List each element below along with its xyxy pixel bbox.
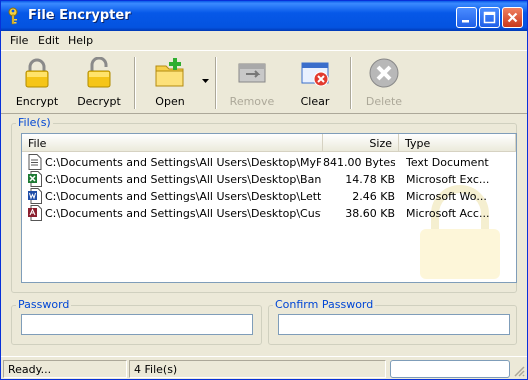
menu-bar: File Edit Help	[1, 31, 527, 50]
file-size: 14.78 KB	[345, 173, 395, 186]
excel-file-icon	[28, 171, 42, 187]
file-type: Microsoft Wo...	[406, 190, 487, 203]
locked-padlock-icon	[25, 58, 49, 88]
file-list-header: File Size Type	[22, 134, 516, 152]
file-size: 841.00 Bytes	[323, 156, 395, 169]
column-header-type[interactable]: Type	[399, 134, 516, 152]
file-size: 38.60 KB	[345, 207, 395, 220]
remove-file-icon	[238, 63, 266, 83]
progress-bar	[390, 360, 510, 378]
open-label: Open	[155, 95, 185, 108]
menu-file[interactable]: File	[10, 34, 28, 47]
clear-button[interactable]: Clear	[288, 55, 342, 111]
key-icon	[8, 7, 18, 25]
clear-label: Clear	[300, 95, 330, 108]
maximize-icon	[483, 11, 496, 24]
close-icon	[507, 12, 518, 23]
delete-x-icon	[369, 58, 399, 88]
file-list[interactable]: File Size Type C:\Documents and Settings…	[21, 133, 517, 283]
access-file-icon	[28, 205, 42, 221]
files-group-title: File(s)	[16, 116, 53, 129]
remove-button[interactable]: Remove	[224, 55, 280, 111]
status-bar: Ready... 4 File(s)	[1, 356, 527, 379]
delete-label: Delete	[365, 95, 403, 108]
window-title: File Encrypter	[28, 8, 131, 23]
file-row[interactable]: C:\Documents and Settings\All Users\Desk…	[22, 171, 516, 188]
unlocked-padlock-icon	[87, 57, 111, 88]
confirm-password-label: Confirm Password	[273, 298, 376, 311]
file-type: Text Document	[406, 156, 489, 169]
toolbar-separator	[134, 57, 136, 109]
file-count: 4 File(s)	[129, 360, 386, 378]
column-header-size[interactable]: Size	[323, 134, 399, 152]
open-button[interactable]: Open	[143, 55, 197, 111]
close-button[interactable]	[502, 7, 523, 28]
word-file-icon	[28, 188, 42, 204]
toolbar: Encrypt Decrypt Open Remove Clear Delete	[1, 50, 527, 114]
encrypt-button[interactable]: Encrypt	[9, 55, 65, 111]
maximize-button[interactable]	[479, 7, 500, 28]
password-input[interactable]	[21, 314, 253, 335]
decrypt-label: Decrypt	[77, 95, 121, 108]
file-row[interactable]: C:\Documents and Settings\All Users\Desk…	[22, 205, 516, 222]
dropdown-arrow-icon[interactable]	[202, 79, 209, 83]
file-path: C:\Documents and Settings\All Users\Desk…	[45, 190, 321, 203]
minimize-button[interactable]	[456, 7, 477, 28]
menu-edit[interactable]: Edit	[38, 34, 59, 47]
toolbar-separator	[215, 57, 217, 109]
remove-label: Remove	[229, 95, 275, 108]
clear-list-icon	[301, 62, 329, 87]
status-text: Ready...	[3, 360, 127, 378]
minimize-icon	[462, 20, 469, 23]
resize-grip-icon[interactable]	[513, 365, 525, 377]
file-path: C:\Documents and Settings\All Users\Desk…	[45, 207, 321, 220]
toolbar-separator	[350, 57, 352, 109]
file-row[interactable]: C:\Documents and Settings\All Users\Desk…	[22, 154, 516, 171]
folder-add-icon	[155, 58, 184, 87]
file-path: C:\Documents and Settings\All Users\Desk…	[45, 173, 321, 186]
file-row[interactable]: C:\Documents and Settings\All Users\Desk…	[22, 188, 516, 205]
confirm-password-input[interactable]	[278, 314, 510, 335]
decrypt-button[interactable]: Decrypt	[69, 55, 129, 111]
column-header-file[interactable]: File	[22, 134, 323, 152]
password-label: Password	[16, 298, 72, 311]
main-window: File Encrypter File Edit Help Encrypt De…	[0, 0, 528, 380]
file-path: C:\Documents and Settings\All Users\Desk…	[45, 156, 321, 169]
file-size: 2.46 KB	[352, 190, 395, 203]
encrypt-label: Encrypt	[15, 95, 59, 108]
menu-help[interactable]: Help	[68, 34, 93, 47]
file-type: Microsoft Exc...	[406, 173, 490, 186]
text-file-icon	[28, 154, 42, 170]
delete-button[interactable]: Delete	[357, 55, 411, 111]
title-bar[interactable]: File Encrypter	[1, 1, 527, 31]
file-type: Microsoft Acc...	[406, 207, 490, 220]
